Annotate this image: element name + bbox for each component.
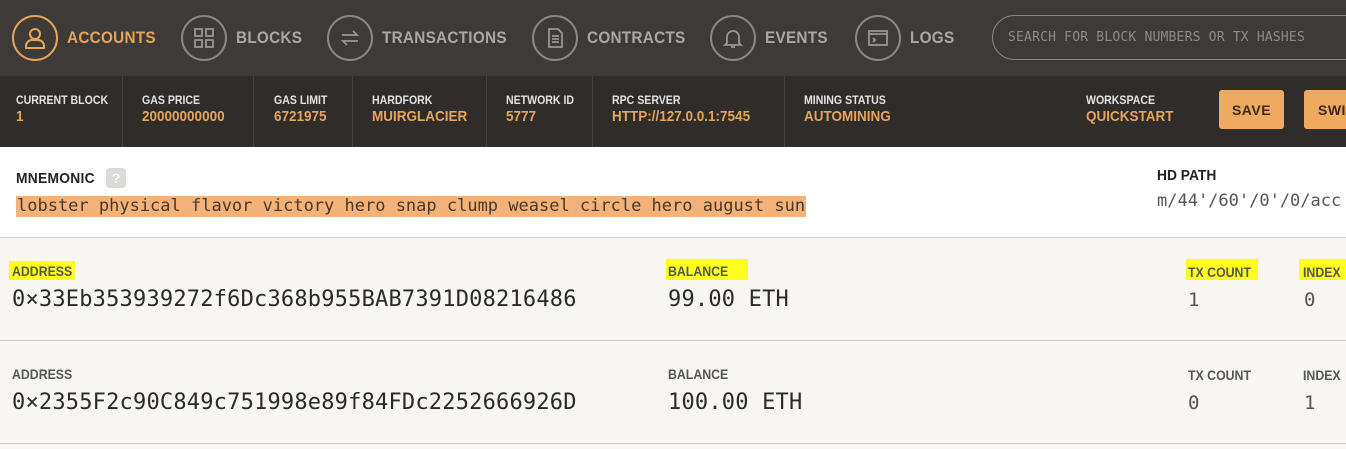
address-value: 0×2355F2c90C849c751998e89f84FDc225266692… xyxy=(12,390,577,415)
balance-label: BALANCE xyxy=(668,366,729,382)
stat-label: WORKSPACE xyxy=(1086,93,1156,107)
divider xyxy=(253,76,254,147)
nav-label: TRANSACTIONS xyxy=(382,28,507,47)
gas-limit-stat: GAS LIMIT 6721975 xyxy=(274,93,335,133)
mnemonic-title: MNEMONIC xyxy=(16,170,95,187)
gas-price-stat: GAS PRICE 20000000000 xyxy=(142,93,234,133)
hardfork-stat: HARDFORK MUIRGLACIER xyxy=(372,93,478,133)
stat-label: HARDFORK xyxy=(372,93,433,107)
index-value: 1 xyxy=(1304,392,1316,414)
rpc-server-stat: RPC SERVER HTTP://127.0.0.1:7545 xyxy=(612,93,765,133)
nav-label: LOGS xyxy=(910,28,955,47)
stat-value: QUICKSTART xyxy=(1086,108,1174,125)
stat-label: NETWORK ID xyxy=(506,93,575,107)
bell-icon xyxy=(710,15,756,61)
nav-events[interactable]: EVENTS xyxy=(710,14,835,62)
nav-logs[interactable]: LOGS xyxy=(855,14,959,62)
stat-label: MINING STATUS xyxy=(804,93,886,107)
hd-path-title: HD PATH xyxy=(1157,167,1217,184)
stat-value: 1 xyxy=(16,108,24,125)
nav-contracts[interactable]: CONTRACTS xyxy=(532,14,696,62)
transactions-icon xyxy=(327,15,373,61)
status-bar: CURRENT BLOCK 1 GAS PRICE 20000000000 GA… xyxy=(0,76,1346,147)
nav-label: BLOCKS xyxy=(236,28,303,47)
account-row[interactable]: ADDRESS 0×33Eb353939272f6Dc368b955BAB739… xyxy=(0,238,1346,341)
nav-label: CONTRACTS xyxy=(587,28,686,47)
divider xyxy=(122,76,123,147)
stat-value: AUTOMINING xyxy=(804,108,891,125)
stat-label: GAS PRICE xyxy=(142,93,201,107)
stat-value: HTTP://127.0.0.1:7545 xyxy=(612,108,751,125)
stat-value: 20000000000 xyxy=(142,108,225,125)
nav-accounts[interactable]: ACCOUNTS xyxy=(12,14,166,62)
nav-transactions[interactable]: TRANSACTIONS xyxy=(327,14,521,62)
balance-value: 100.00 ETH xyxy=(668,390,803,415)
nav-label: ACCOUNTS xyxy=(67,28,156,47)
address-label: ADDRESS xyxy=(12,366,73,382)
current-block-stat: CURRENT BLOCK 1 xyxy=(16,93,121,133)
save-button[interactable]: SAVE xyxy=(1219,90,1284,129)
search-input[interactable] xyxy=(992,15,1346,60)
stat-label: CURRENT BLOCK xyxy=(16,93,109,107)
workspace-stat: WORKSPACE QUICKSTART xyxy=(1086,93,1183,133)
balance-value: 99.00 ETH xyxy=(668,287,790,312)
address-value: 0×33Eb353939272f6Dc368b955BAB7391D082164… xyxy=(12,287,577,312)
tx-count-value: 1 xyxy=(1188,289,1200,311)
stat-value: 6721975 xyxy=(274,108,327,125)
index-label: INDEX xyxy=(1303,367,1341,383)
tx-count-label: TX COUNT xyxy=(1188,367,1251,383)
mining-status-stat: MINING STATUS AUTOMINING xyxy=(804,93,900,133)
account-icon xyxy=(12,15,58,61)
terminal-icon xyxy=(855,15,901,61)
stat-value: 5777 xyxy=(506,108,537,125)
blocks-icon xyxy=(181,15,227,61)
top-nav: ACCOUNTS BLOCKS TRANSACTIONS CONTRACTS E… xyxy=(0,0,1346,76)
divider xyxy=(592,76,593,147)
index-label: INDEX xyxy=(1303,264,1341,280)
nav-label: EVENTS xyxy=(765,28,828,47)
divider xyxy=(784,76,785,147)
divider xyxy=(486,76,487,147)
stat-label: GAS LIMIT xyxy=(274,93,328,107)
mnemonic-panel: MNEMONIC ? lobster physical flavor victo… xyxy=(0,147,1346,238)
index-value: 0 xyxy=(1304,289,1316,311)
hd-path-value: m/44'/60'/0'/0/acc xyxy=(1157,191,1342,211)
address-label: ADDRESS xyxy=(12,263,73,279)
divider xyxy=(352,76,353,147)
help-icon[interactable]: ? xyxy=(106,168,126,188)
balance-label: BALANCE xyxy=(668,263,729,279)
account-row[interactable]: ADDRESS 0×2355F2c90C849c751998e89f84FDc2… xyxy=(0,341,1346,444)
stat-value: MUIRGLACIER xyxy=(372,108,468,125)
nav-blocks[interactable]: BLOCKS xyxy=(181,14,310,62)
mnemonic-phrase: lobster physical flavor victory hero sna… xyxy=(16,196,807,217)
tx-count-value: 0 xyxy=(1188,392,1200,414)
stat-label: RPC SERVER xyxy=(612,93,681,107)
network-id-stat: NETWORK ID 5777 xyxy=(506,93,583,133)
switch-button[interactable]: SWIT xyxy=(1304,90,1346,129)
contracts-icon xyxy=(532,15,578,61)
tx-count-label: TX COUNT xyxy=(1188,264,1251,280)
